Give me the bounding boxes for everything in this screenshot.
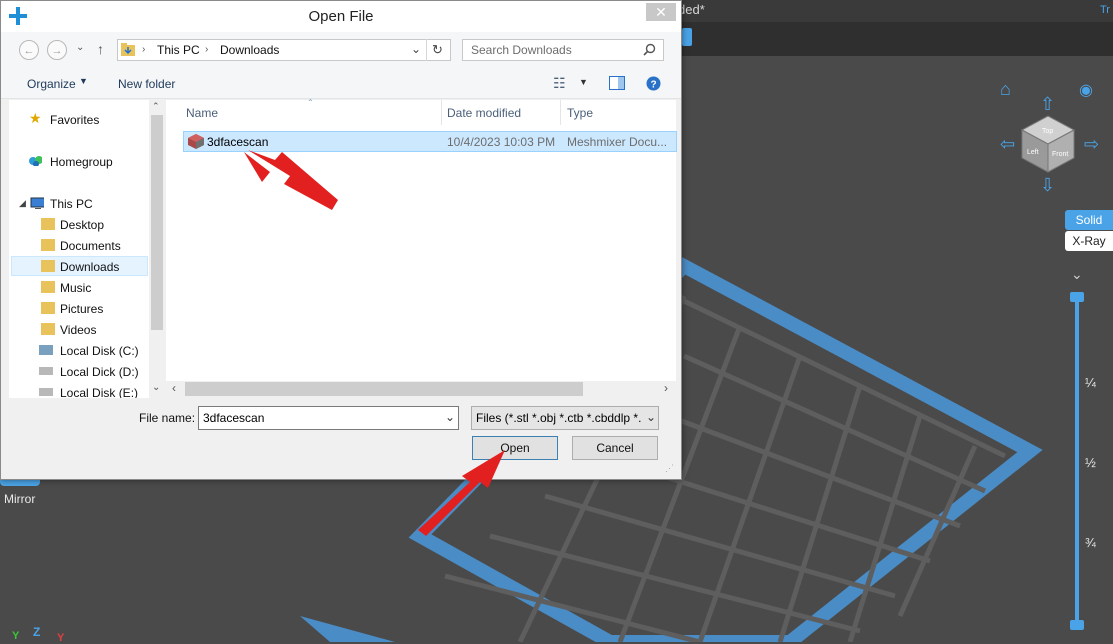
slider-tick-quarter: ¼ — [1085, 375, 1096, 390]
axis-label-y: Y — [57, 632, 65, 644]
xray-mode-button[interactable]: X-Ray — [1065, 231, 1113, 251]
solid-mode-button[interactable]: Solid — [1065, 210, 1113, 230]
slider-tick-half: ½ — [1085, 455, 1096, 470]
rotate-left-icon[interactable]: ⇦ — [1000, 135, 1015, 153]
annotation-arrows — [244, 150, 505, 536]
app-top-right-fragment: Tr — [1100, 4, 1110, 16]
app-title-fragment: ded* — [678, 2, 705, 17]
rotate-right-icon[interactable]: ⇨ — [1084, 135, 1099, 153]
view-cube-front-face: Front — [1052, 151, 1068, 158]
view-cube[interactable]: Top Left Front — [1018, 112, 1080, 174]
view-cube-left-face: Left — [1027, 149, 1039, 156]
view-cube-top-face: Top — [1042, 128, 1053, 135]
app-toolbar-button[interactable] — [682, 28, 692, 46]
slice-slider-bottom-handle[interactable] — [1070, 620, 1084, 630]
axis-label-x: Y — [12, 630, 20, 642]
rotate-up-icon[interactable]: ⇧ — [1040, 95, 1055, 113]
slice-slider-track[interactable] — [1075, 296, 1079, 626]
slice-slider-top-handle[interactable] — [1070, 292, 1084, 302]
chevron-down-icon[interactable]: ⌄ — [1071, 266, 1083, 283]
rotate-down-icon[interactable]: ⇩ — [1040, 176, 1055, 194]
red-arrow-head-file — [244, 152, 270, 182]
axis-label-z: Z — [33, 625, 41, 639]
eye-icon[interactable]: ◉ — [1079, 82, 1093, 100]
home-icon[interactable]: ⌂ — [1000, 80, 1011, 98]
red-arrow-to-open — [418, 450, 505, 536]
slider-tick-three-quarter: ¾ — [1085, 535, 1096, 550]
